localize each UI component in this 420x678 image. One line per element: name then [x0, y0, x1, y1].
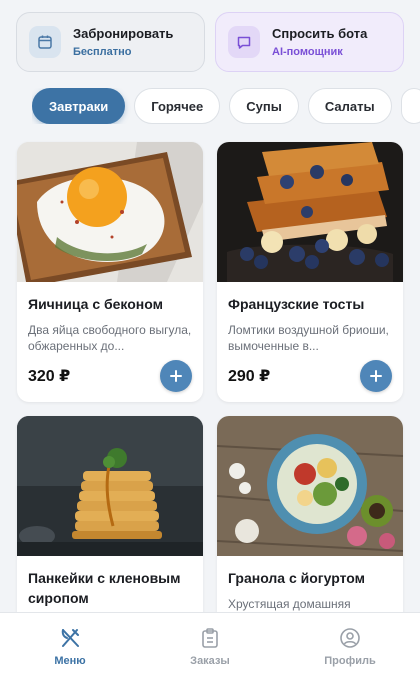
category-chip-salads[interactable]: Салаты: [307, 88, 392, 124]
dish-title: Французские тосты: [228, 296, 365, 312]
dish-description: Ломтики воздушной бриоши, вымоченные в..…: [228, 323, 389, 353]
dish-title: Яичница с беконом: [28, 296, 163, 312]
category-chip-soups[interactable]: Супы: [229, 88, 299, 124]
tab-menu[interactable]: Меню: [0, 613, 140, 678]
dish-title: Панкейки с кленовым сиропом: [28, 570, 181, 606]
tab-orders-label: Заказы: [190, 655, 230, 667]
bottom-tab-bar: Меню Заказы Профиль: [0, 612, 420, 678]
dish-description: Два яйца свободного выгула, обжаренных д…: [28, 323, 192, 353]
ask-bot-button[interactable]: Спросить бота AI-помощник: [215, 12, 404, 72]
fork-knife-icon: [61, 629, 79, 647]
tab-menu-label: Меню: [54, 655, 86, 667]
clipboard-icon: [202, 628, 218, 648]
quick-actions: Забронировать Бесплатно Спросить бота AI…: [16, 12, 404, 72]
dish-grid: Яичница с беконом Два яйца свободного вы…: [17, 142, 403, 676]
plus-icon: [370, 370, 382, 382]
book-table-subtitle: Бесплатно: [73, 46, 132, 58]
dish-price: 320 ₽: [28, 368, 71, 385]
dish-title: Гранола с йогуртом: [228, 570, 365, 586]
dish-card[interactable]: Французские тосты Ломтики воздушной брио…: [217, 142, 403, 402]
book-table-title: Забронировать: [73, 26, 174, 41]
tab-profile[interactable]: Профиль: [280, 613, 420, 678]
plus-icon: [170, 370, 182, 382]
add-to-cart-button[interactable]: [160, 360, 192, 392]
book-table-button[interactable]: Забронировать Бесплатно: [16, 12, 205, 72]
category-chip-partial[interactable]: [400, 88, 420, 124]
chat-icon: [228, 26, 260, 58]
calendar-icon: [29, 26, 61, 58]
dish-price: 290 ₽: [228, 368, 271, 385]
category-chip-hot[interactable]: Горячее: [134, 88, 221, 124]
dish-card[interactable]: Яичница с беконом Два яйца свободного вы…: [17, 142, 203, 402]
add-to-cart-button[interactable]: [360, 360, 392, 392]
dish-image-fried-eggs: [17, 142, 203, 282]
tab-profile-label: Профиль: [324, 655, 376, 667]
dish-image-pancakes: [17, 416, 203, 556]
category-tabs: Завтраки Горячее Супы Салаты: [32, 88, 420, 124]
profile-icon: [340, 628, 360, 648]
ask-bot-title: Спросить бота: [272, 26, 368, 41]
ask-bot-subtitle: AI-помощник: [272, 46, 343, 58]
tab-orders[interactable]: Заказы: [140, 613, 280, 678]
dish-image-french-toast: [217, 142, 403, 282]
category-chip-breakfast[interactable]: Завтраки: [32, 88, 126, 124]
dish-image-granola: [217, 416, 403, 556]
